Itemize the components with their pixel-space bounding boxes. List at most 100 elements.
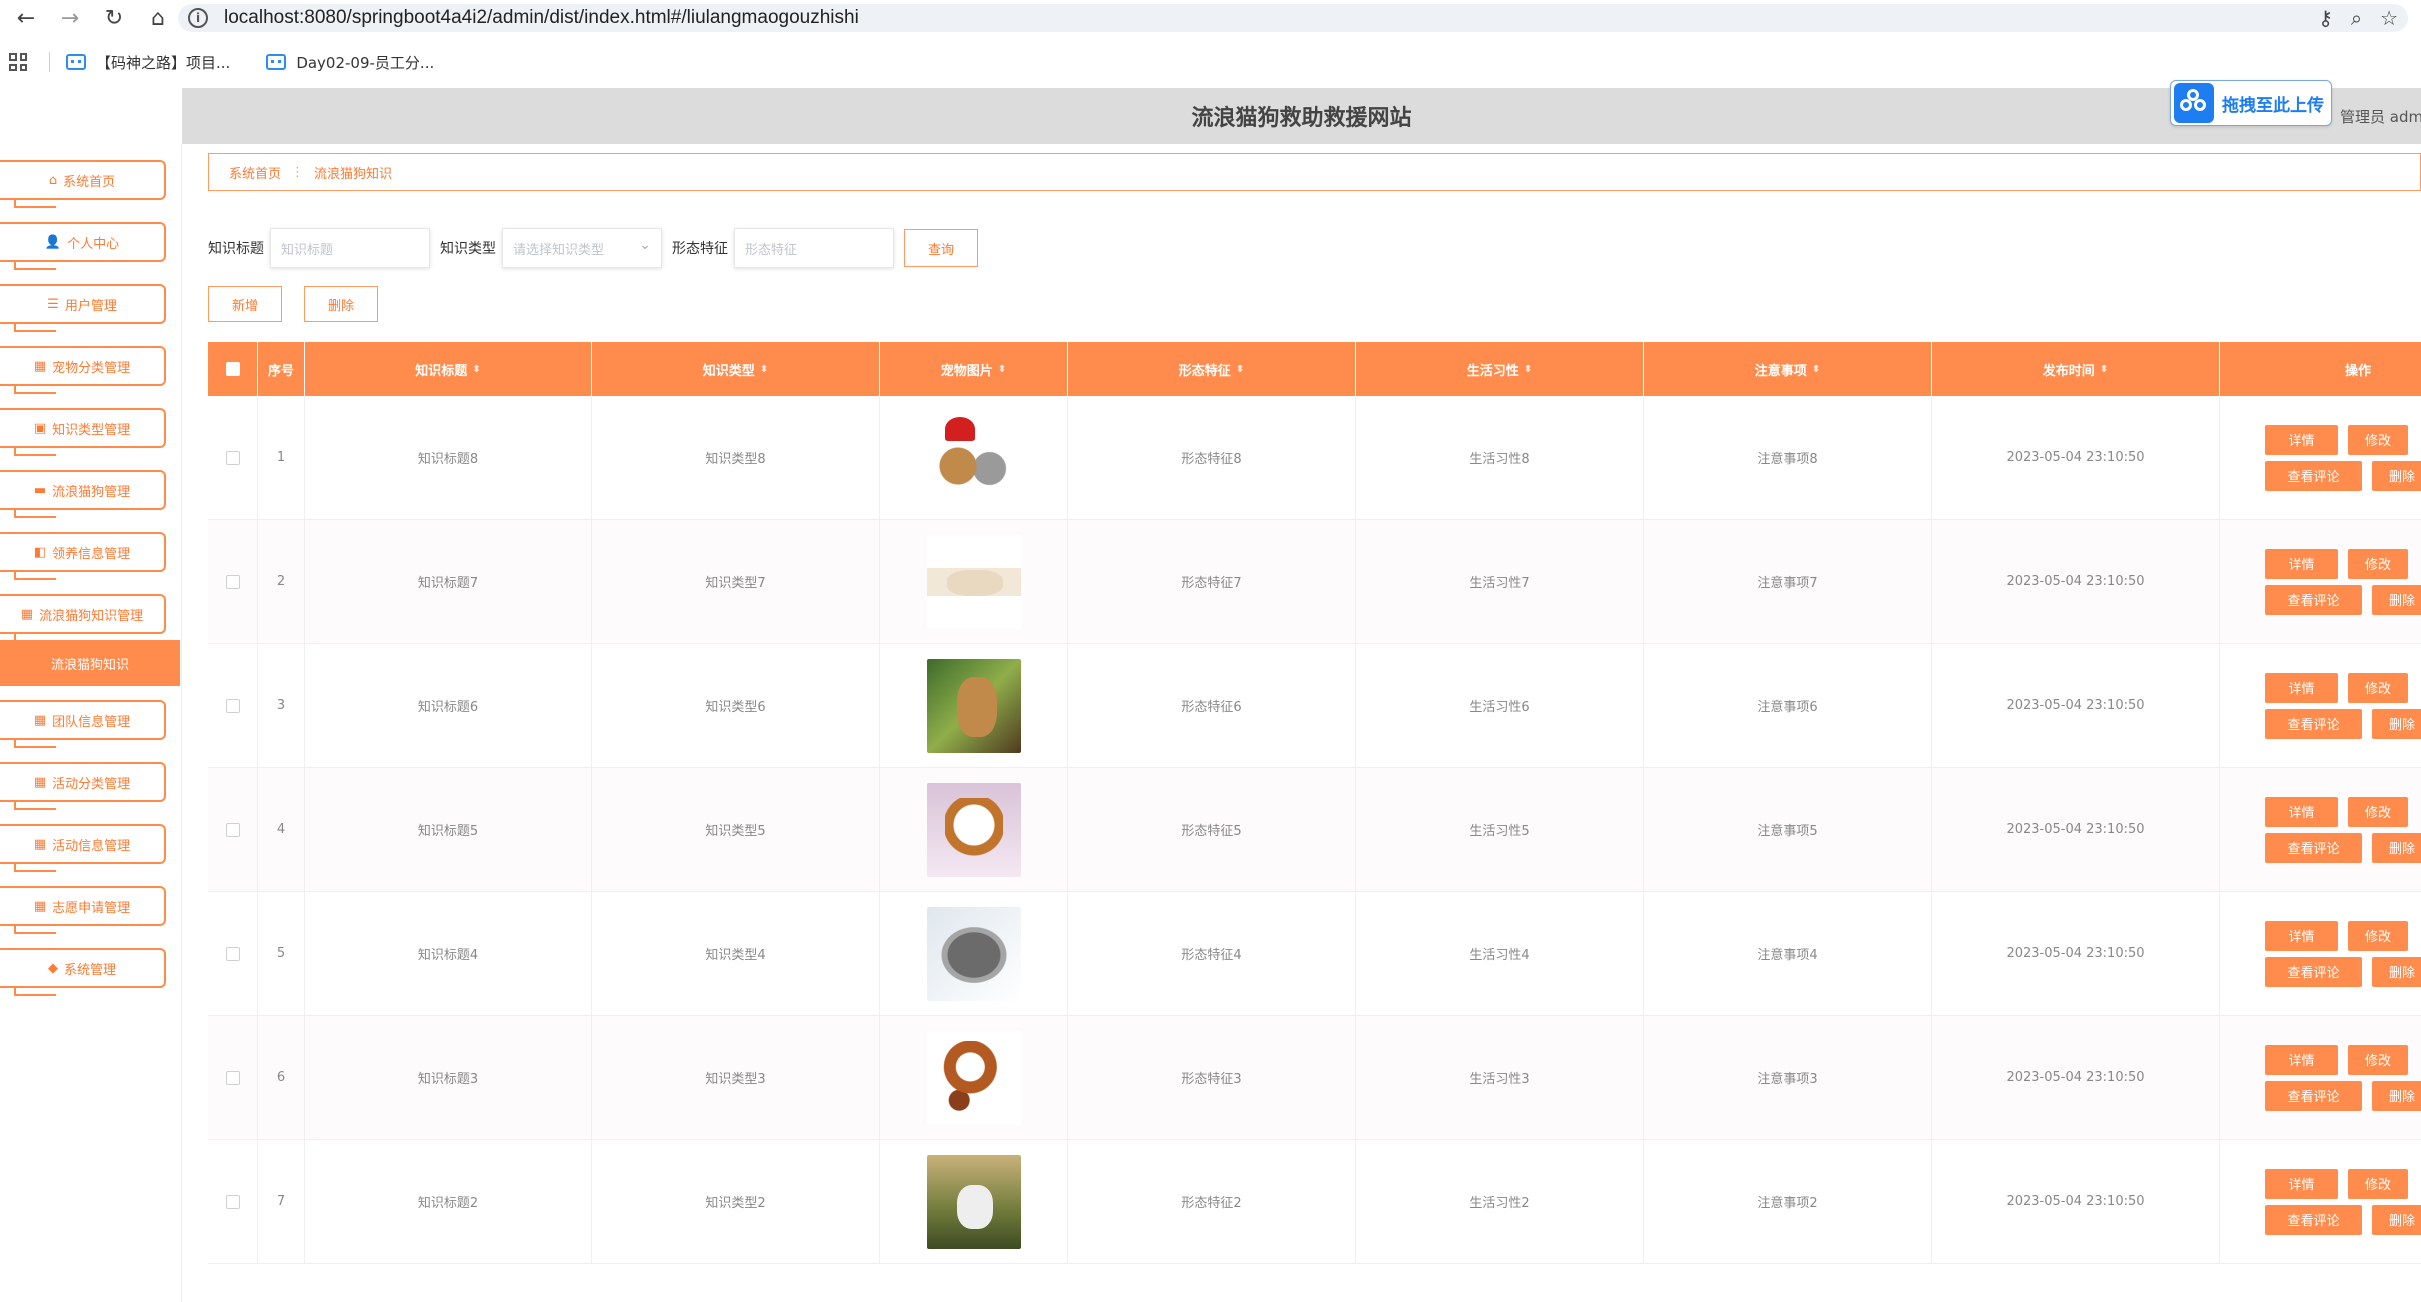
sidebar-item-knowledge-admin[interactable]: ▦ 流浪猫狗知识管理 (0, 594, 166, 642)
sidebar-item-activity-info[interactable]: ▦ 活动信息管理 (0, 824, 166, 872)
edit-button[interactable]: 修改 (2348, 920, 2408, 951)
home-icon[interactable]: ⌂ (140, 0, 176, 36)
sidebar-item-knowledge[interactable]: 流浪猫狗知识 (0, 640, 180, 686)
delete-button[interactable]: 删除 (2372, 832, 2421, 863)
zoom-icon[interactable]: ⌕ (2351, 6, 2362, 30)
view-comments-button[interactable]: 查看评论 (2265, 584, 2362, 615)
url-text[interactable]: localhost:8080/springboot4a4i2/admin/dis… (224, 7, 859, 29)
view-comments-button[interactable]: 查看评论 (2265, 956, 2362, 987)
sidebar-item-label: 系统管理 (63, 962, 116, 978)
edit-button[interactable]: 修改 (2348, 424, 2408, 455)
bookmark-star-icon[interactable]: ☆ (2380, 6, 2398, 30)
bookmark-item[interactable]: Day02-09-员工分... (266, 52, 434, 73)
habit-cell: 生活习性7 (1356, 520, 1644, 643)
monitor-icon: ▬ (33, 482, 47, 498)
browser-toolbar: ← → ↻ ⌂ i localhost:8080/springboot4a4i2… (0, 0, 2421, 36)
row-checkbox[interactable] (208, 1140, 258, 1263)
apps-grid-icon[interactable] (9, 53, 27, 71)
edit-button[interactable]: 修改 (2348, 548, 2408, 579)
row-index: 3 (258, 644, 305, 767)
column-header[interactable]: 宠物图片 ⬍ (880, 342, 1068, 396)
row-checkbox[interactable] (208, 892, 258, 1015)
query-button[interactable]: 查询 (904, 229, 978, 267)
detail-button[interactable]: 详情 (2265, 672, 2338, 703)
detail-button[interactable]: 详情 (2265, 1168, 2338, 1199)
knowledge-title-cell: 知识标题7 (305, 520, 592, 643)
sidebar-item-knowledge-type[interactable]: ▣ 知识类型管理 (0, 408, 166, 456)
edit-button[interactable]: 修改 (2348, 672, 2408, 703)
pet-image[interactable] (926, 1154, 1021, 1249)
sidebar-item-activity-category[interactable]: ▦ 活动分类管理 (0, 762, 166, 810)
pet-image[interactable] (926, 534, 1021, 629)
pet-image[interactable] (926, 906, 1021, 1001)
pet-image[interactable] (926, 1030, 1021, 1125)
admin-user-label[interactable]: 管理员 adm (2340, 106, 2421, 127)
delete-button[interactable]: 删除 (2372, 584, 2421, 615)
pet-image[interactable] (926, 410, 1021, 505)
site-info-icon[interactable]: i (188, 8, 208, 28)
delete-button[interactable]: 删除 (2372, 956, 2421, 987)
view-comments-button[interactable]: 查看评论 (2265, 1080, 2362, 1111)
type-select[interactable]: 请选择知识类型 (502, 228, 662, 268)
select-all-checkbox[interactable] (208, 342, 258, 396)
pet-image-cell (880, 644, 1068, 767)
sidebar-item-adoption[interactable]: ◧ 领养信息管理 (0, 532, 166, 580)
row-index: 7 (258, 1140, 305, 1263)
table-row: 6 知识标题3 知识类型3 形态特征3 生活习性3 注意事项3 2023-05-… (208, 1016, 2421, 1140)
password-key-icon[interactable]: ⚷ (2318, 6, 2333, 30)
sidebar-item-profile[interactable]: 👤 个人中心 (0, 222, 166, 270)
delete-button[interactable]: 删除 (2372, 460, 2421, 491)
detail-button[interactable]: 详情 (2265, 424, 2338, 455)
column-header[interactable]: 生活习性 ⬍ (1356, 342, 1644, 396)
back-icon[interactable]: ← (8, 0, 44, 36)
feature-search-input[interactable]: 形态特征 (734, 228, 894, 268)
detail-button[interactable]: 详情 (2265, 796, 2338, 827)
bookmark-item[interactable]: 【码神之路】项目... (66, 52, 230, 73)
forward-icon[interactable]: → (52, 0, 88, 36)
pet-image[interactable] (926, 658, 1021, 753)
table-row: 7 知识标题2 知识类型2 形态特征2 生活习性2 注意事项2 2023-05-… (208, 1140, 2421, 1264)
sidebar-item-system[interactable]: ◆ 系统管理 (0, 948, 166, 996)
habit-cell: 生活习性5 (1356, 768, 1644, 891)
grid-icon: ▦ (33, 358, 47, 374)
batch-delete-button[interactable]: 删除 (304, 286, 378, 322)
sidebar-item-home[interactable]: ⌂ 系统首页 (0, 160, 166, 208)
row-checkbox[interactable] (208, 396, 258, 519)
column-header[interactable]: 注意事项 ⬍ (1644, 342, 1932, 396)
view-comments-button[interactable]: 查看评论 (2265, 460, 2362, 491)
detail-button[interactable]: 详情 (2265, 1044, 2338, 1075)
delete-button[interactable]: 删除 (2372, 1080, 2421, 1111)
title-search-input[interactable]: 知识标题 (270, 228, 430, 268)
sidebar-item-team[interactable]: ▦ 团队信息管理 (0, 700, 166, 748)
row-checkbox[interactable] (208, 520, 258, 643)
delete-button[interactable]: 删除 (2372, 1204, 2421, 1235)
column-header[interactable]: 形态特征 ⬍ (1068, 342, 1356, 396)
view-comments-button[interactable]: 查看评论 (2265, 832, 2362, 863)
delete-button[interactable]: 删除 (2372, 708, 2421, 739)
view-comments-button[interactable]: 查看评论 (2265, 708, 2362, 739)
edit-button[interactable]: 修改 (2348, 1044, 2408, 1075)
shield-icon: ◆ (47, 960, 58, 976)
sidebar-item-pet-category[interactable]: ▦ 宠物分类管理 (0, 346, 166, 394)
edit-button[interactable]: 修改 (2348, 1168, 2408, 1199)
reload-icon[interactable]: ↻ (96, 0, 132, 36)
column-header[interactable]: 发布时间 ⬍ (1932, 342, 2220, 396)
row-checkbox[interactable] (208, 768, 258, 891)
column-header[interactable]: 知识类型 ⬍ (592, 342, 880, 396)
detail-button[interactable]: 详情 (2265, 920, 2338, 951)
add-button[interactable]: 新增 (208, 286, 282, 322)
column-header[interactable]: 知识标题 ⬍ (305, 342, 592, 396)
edit-button[interactable]: 修改 (2348, 796, 2408, 827)
row-checkbox[interactable] (208, 1016, 258, 1139)
breadcrumb-home[interactable]: 系统首页 (229, 163, 281, 182)
row-checkbox[interactable] (208, 644, 258, 767)
sidebar-item-stray-pets[interactable]: ▬ 流浪猫狗管理 (0, 470, 166, 518)
view-comments-button[interactable]: 查看评论 (2265, 1204, 2362, 1235)
sidebar-item-volunteer[interactable]: ▦ 志愿申请管理 (0, 886, 166, 934)
pet-image[interactable] (926, 782, 1021, 877)
drag-upload-button[interactable]: 拖拽至此上传 (2170, 80, 2332, 126)
address-bar[interactable]: i localhost:8080/springboot4a4i2/admin/d… (178, 4, 2408, 32)
publish-time-cell: 2023-05-04 23:10:50 (1932, 768, 2220, 891)
detail-button[interactable]: 详情 (2265, 548, 2338, 579)
sidebar-item-users[interactable]: ☰ 用户管理 (0, 284, 166, 332)
